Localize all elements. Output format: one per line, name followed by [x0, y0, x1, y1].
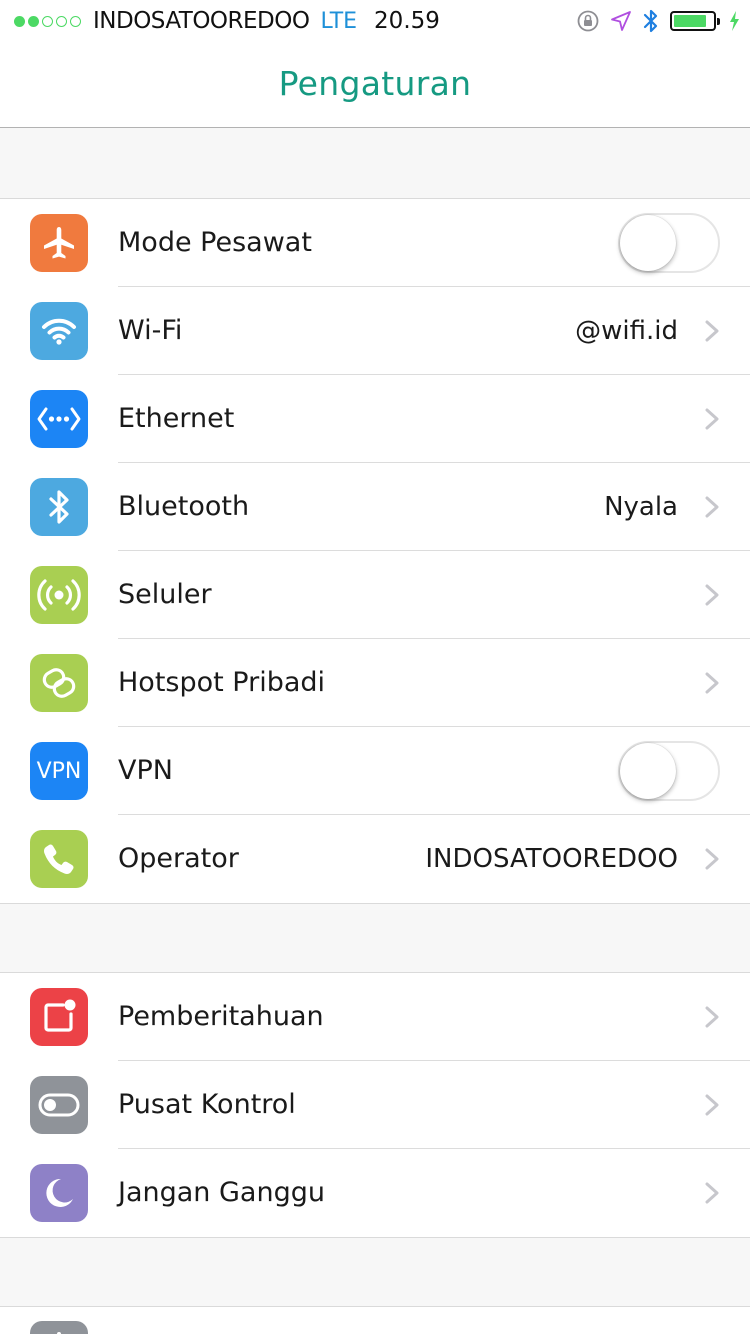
chevron-right-icon — [705, 584, 719, 606]
vpn-icon: VPN — [30, 742, 88, 800]
row-notifications[interactable]: Pemberitahuan — [0, 973, 750, 1061]
row-bluetooth[interactable]: Bluetooth Nyala — [0, 463, 750, 551]
airplane-mode-toggle[interactable] — [618, 213, 720, 273]
row-label: VPN — [118, 755, 173, 786]
row-vpn[interactable]: VPN VPN — [0, 727, 750, 815]
page-title: Pengaturan — [278, 64, 472, 103]
row-operator[interactable]: Operator INDOSATOOREDOO — [0, 815, 750, 903]
location-icon — [611, 11, 631, 31]
status-right — [576, 8, 740, 34]
row-label: Wi-Fi — [118, 315, 183, 346]
chevron-right-icon — [705, 848, 719, 870]
wifi-icon — [30, 302, 88, 360]
status-bar: INDOSATOOREDOO LTE 20.59 — [0, 0, 750, 40]
control-center-icon — [30, 1076, 88, 1134]
toggle-knob — [620, 743, 676, 799]
cellular-icon — [30, 566, 88, 624]
row-label: Hotspot Pribadi — [118, 667, 326, 698]
airplane-icon — [30, 214, 88, 272]
chevron-right-icon — [705, 408, 719, 430]
network-type: LTE — [320, 8, 358, 34]
toggle-knob — [620, 215, 676, 271]
battery-fill — [674, 15, 707, 27]
vpn-icon-text: VPN — [36, 758, 82, 784]
row-label: Seluler — [118, 579, 212, 610]
chevron-right-icon — [705, 1182, 719, 1204]
carrier-name: INDOSATOOREDOO — [93, 8, 310, 34]
navigation-bar: Pengaturan — [0, 40, 750, 128]
ethernet-icon — [30, 390, 88, 448]
status-left: INDOSATOOREDOO LTE 20.59 — [14, 8, 440, 34]
charging-icon — [730, 11, 739, 31]
notifications-icon — [30, 988, 88, 1046]
row-label: Pusat Kontrol — [118, 1089, 296, 1120]
signal-dot — [14, 15, 25, 27]
row-label: Ethernet — [118, 403, 235, 434]
battery-icon — [670, 11, 720, 31]
signal-dot — [56, 15, 67, 27]
vpn-toggle[interactable] — [618, 741, 720, 801]
row-label: Jangan Ganggu — [118, 1177, 325, 1208]
row-ethernet[interactable]: Ethernet — [0, 375, 750, 463]
row-label: Operator — [118, 843, 239, 874]
rotation-lock-icon — [577, 10, 599, 32]
settings-group-general — [0, 1306, 750, 1334]
clock: 20.59 — [374, 8, 440, 34]
row-label: Pemberitahuan — [118, 1001, 324, 1032]
row-control-center[interactable]: Pusat Kontrol — [0, 1061, 750, 1149]
signal-dot — [42, 15, 53, 27]
phone-icon — [30, 830, 88, 888]
row-do-not-disturb[interactable]: Jangan Ganggu — [0, 1149, 750, 1237]
settings-group-connectivity: Mode Pesawat Wi-Fi @wifi.id Ethernet Blu… — [0, 198, 750, 904]
chevron-right-icon — [705, 1006, 719, 1028]
row-label: Bluetooth — [118, 491, 250, 522]
row-label: Mode Pesawat — [118, 227, 312, 258]
settings-icon — [30, 1321, 88, 1334]
signal-dot — [70, 15, 81, 27]
row-cellular[interactable]: Seluler — [0, 551, 750, 639]
chevron-right-icon — [705, 496, 719, 518]
settings-group-notifications: Pemberitahuan Pusat Kontrol Jangan Gangg… — [0, 972, 750, 1238]
signal-dot — [28, 15, 39, 27]
moon-icon — [30, 1164, 88, 1222]
chevron-right-icon — [705, 672, 719, 694]
bluetooth-icon — [643, 9, 658, 33]
row-wifi[interactable]: Wi-Fi @wifi.id — [0, 287, 750, 375]
chevron-right-icon — [705, 1094, 719, 1116]
row-value: Nyala — [604, 492, 678, 522]
row-value: INDOSATOOREDOO — [425, 844, 678, 874]
row-personal-hotspot[interactable]: Hotspot Pribadi — [0, 639, 750, 727]
bluetooth-icon — [30, 478, 88, 536]
row-value: @wifi.id — [575, 316, 678, 346]
hotspot-icon — [30, 654, 88, 712]
chevron-right-icon — [705, 320, 719, 342]
row-airplane-mode[interactable]: Mode Pesawat — [0, 199, 750, 287]
